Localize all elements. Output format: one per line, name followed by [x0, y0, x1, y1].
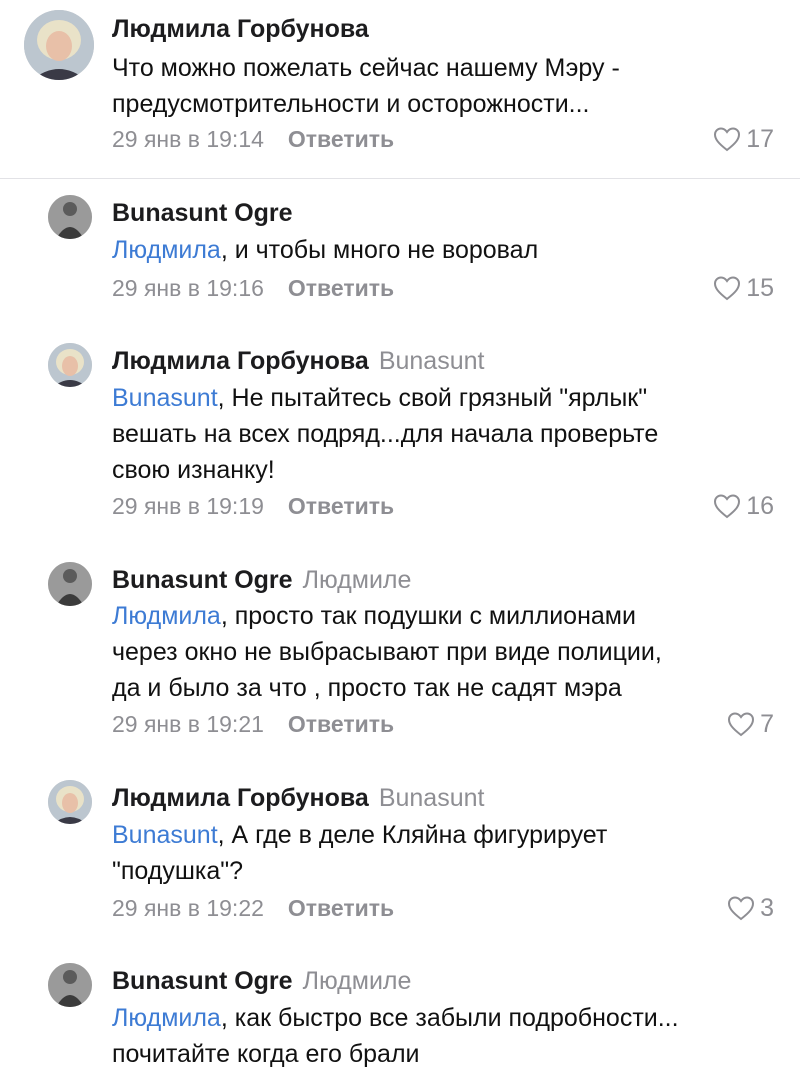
reply-button[interactable]: Ответить — [288, 895, 394, 921]
comment-author[interactable]: Людмила Горбунова Bunasunt — [112, 346, 484, 376]
comment-author[interactable]: Bunasunt Ogre Людмиле — [112, 565, 411, 595]
avatar-lyudmila[interactable] — [24, 10, 94, 80]
like-count: 15 — [746, 274, 774, 302]
reply-to-label[interactable]: Bunasunt — [379, 347, 485, 375]
comment-author[interactable]: Bunasunt Ogre — [112, 198, 303, 228]
comment-meta: 29 янв в 19:14 Ответить — [112, 124, 394, 154]
avatar-bunasunt[interactable] — [48, 195, 92, 239]
mention-link[interactable]: Bunasunt — [112, 821, 218, 849]
comment-date: 29 янв в 19:22 — [112, 895, 264, 921]
comment-meta: 29 янв в 19:16 Ответить — [112, 273, 394, 303]
like-button[interactable]: 3 — [726, 893, 774, 923]
like-button[interactable]: 17 — [712, 124, 774, 154]
author-name[interactable]: Bunasunt Ogre — [112, 566, 293, 594]
comment-text: Людмила, и чтобы много не воровал — [112, 232, 772, 268]
avatar-bunasunt[interactable] — [48, 963, 92, 1007]
like-button[interactable]: 15 — [712, 273, 774, 303]
heart-outline-icon — [714, 127, 741, 152]
mention-link[interactable]: Людмила — [112, 1004, 221, 1032]
comment-date: 29 янв в 19:19 — [112, 493, 264, 519]
avatar-lyudmila[interactable] — [48, 343, 92, 387]
like-button[interactable]: 7 — [726, 709, 774, 739]
heart-outline-icon — [714, 276, 741, 301]
reply-to-label[interactable]: Bunasunt — [379, 784, 485, 812]
divider — [0, 178, 800, 179]
avatar-image — [48, 195, 92, 239]
reply-to-label[interactable]: Людмиле — [303, 566, 412, 594]
comment-author[interactable]: Людмила Горбунова — [112, 14, 379, 44]
reply-button[interactable]: Ответить — [288, 275, 394, 301]
comment-meta: 29 янв в 19:21 Ответить — [112, 709, 394, 739]
reply-button[interactable]: Ответить — [288, 126, 394, 152]
mention-link[interactable]: Людмила — [112, 602, 221, 630]
author-name[interactable]: Людмила Горбунова — [112, 347, 369, 375]
heart-outline-icon — [728, 896, 755, 921]
comment-body: Что можно пожелать сейчас нашему Мэру - … — [112, 54, 620, 118]
comment-date: 29 янв в 19:21 — [112, 711, 264, 737]
comment-meta: 29 янв в 19:19 Ответить — [112, 491, 394, 521]
reply-to-label[interactable]: Людмиле — [303, 967, 412, 995]
like-count: 7 — [760, 710, 774, 738]
author-name[interactable]: Людмила Горбунова — [112, 15, 369, 43]
avatar-image — [48, 343, 92, 387]
reply-button[interactable]: Ответить — [288, 711, 394, 737]
like-count: 17 — [746, 125, 774, 153]
author-name[interactable]: Людмила Горбунова — [112, 784, 369, 812]
mention-link[interactable]: Людмила — [112, 236, 221, 264]
comment-meta: 29 янв в 19:22 Ответить — [112, 893, 394, 923]
avatar-bunasunt[interactable] — [48, 562, 92, 606]
reply-button[interactable]: Ответить — [288, 493, 394, 519]
avatar-image — [48, 562, 92, 606]
comment-text: Bunasunt, А где в деле Кляйна фигурирует… — [112, 817, 772, 889]
comment-date: 29 янв в 19:14 — [112, 126, 264, 152]
like-count: 16 — [746, 492, 774, 520]
comment-text: Что можно пожелать сейчас нашему Мэру - … — [112, 50, 772, 122]
avatar-image — [24, 10, 94, 80]
comment-text: Людмила, как быстро все забыли подробнос… — [112, 1000, 772, 1072]
like-button[interactable]: 16 — [712, 491, 774, 521]
author-name[interactable]: Bunasunt Ogre — [112, 199, 293, 227]
avatar-image — [48, 780, 92, 824]
heart-outline-icon — [714, 494, 741, 519]
comment-text: Bunasunt, Не пытайтесь свой грязный "ярл… — [112, 380, 772, 488]
author-name[interactable]: Bunasunt Ogre — [112, 967, 293, 995]
comment-author[interactable]: Bunasunt Ogre Людмиле — [112, 966, 411, 996]
comment-1: Людмила Горбунова Что можно пожелать сей… — [0, 0, 800, 178]
avatar-image — [48, 963, 92, 1007]
heart-outline-icon — [728, 712, 755, 737]
mention-link[interactable]: Bunasunt — [112, 384, 218, 412]
avatar-lyudmila[interactable] — [48, 780, 92, 824]
comment-body: , и чтобы много не воровал — [220, 236, 539, 264]
comment-text: Людмила, просто так подушки с миллионами… — [112, 598, 772, 706]
comment-date: 29 янв в 19:16 — [112, 275, 264, 301]
like-count: 3 — [760, 894, 774, 922]
comment-author[interactable]: Людмила Горбунова Bunasunt — [112, 783, 484, 813]
